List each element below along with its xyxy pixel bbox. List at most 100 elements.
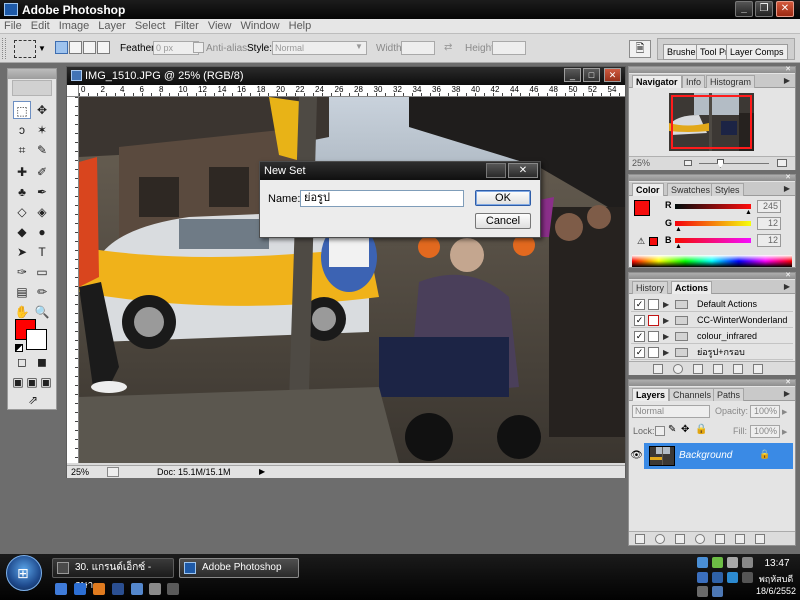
antialias-checkbox[interactable] xyxy=(193,42,204,53)
horizontal-ruler[interactable]: 0 2 4 6 8 10 12 14 16 18 20 22 24 26 28 30 32 34 36 38 40 42 4… xyxy=(79,85,625,97)
expand-triangle-icon[interactable]: ▶ xyxy=(663,330,669,344)
tab-layers[interactable]: Layers xyxy=(632,388,670,401)
navigator-palette-grip[interactable] xyxy=(629,67,795,73)
color-spectrum-bar[interactable] xyxy=(632,255,792,267)
b-slider-thumb[interactable]: ▲ xyxy=(675,243,682,250)
zoom-slider-track[interactable] xyxy=(699,163,769,164)
add-selection-icon[interactable] xyxy=(69,41,82,54)
intersect-selection-icon[interactable] xyxy=(97,41,110,54)
clock-day[interactable]: พฤหัสบดี xyxy=(752,572,800,586)
navigator-view-box[interactable] xyxy=(671,95,752,149)
layers-palette-close-icon[interactable]: ✕ xyxy=(783,379,793,387)
b-value-input[interactable]: 12 xyxy=(757,234,781,247)
gamut-color-swatch[interactable] xyxy=(649,237,658,246)
tray-security-icon[interactable] xyxy=(712,557,723,568)
tray-network-icon[interactable] xyxy=(697,557,708,568)
opacity-input[interactable]: 100% xyxy=(750,405,780,418)
new-group-icon[interactable] xyxy=(715,534,725,544)
width-input[interactable] xyxy=(401,41,435,55)
g-slider-thumb[interactable]: ▲ xyxy=(675,226,682,233)
history-brush-tool-icon[interactable]: ✒ xyxy=(33,183,51,201)
lock-position-icon[interactable]: ✥ xyxy=(681,424,689,435)
action-set-row[interactable]: ✓ ▶ CC-WinterWonderland xyxy=(631,313,793,328)
actions-palette-close-icon[interactable]: ✕ xyxy=(783,272,793,280)
quick-mask-mode-icon[interactable]: ◼ xyxy=(33,353,51,371)
ok-button[interactable]: OK xyxy=(475,190,531,206)
tab-styles[interactable]: Styles xyxy=(711,183,744,196)
move-tool-icon[interactable]: ✥ xyxy=(33,101,51,119)
toolbox-grip[interactable] xyxy=(8,69,56,79)
menu-file[interactable]: File xyxy=(0,19,27,32)
action-toggle-checkbox[interactable]: ✓ xyxy=(634,299,645,310)
vertical-ruler[interactable] xyxy=(67,97,79,463)
actions-palette-menu-icon[interactable]: ▶ xyxy=(782,282,792,291)
zoom-level-field[interactable]: 25% xyxy=(71,467,89,477)
new-action-icon[interactable] xyxy=(733,364,743,374)
clone-stamp-tool-icon[interactable]: ♣ xyxy=(13,183,31,201)
opacity-arrow-icon[interactable]: ▶ xyxy=(782,408,787,416)
type-tool-icon[interactable]: T xyxy=(33,243,51,261)
tab-swatches[interactable]: Swatches xyxy=(667,183,715,196)
r-slider-thumb[interactable]: ▲ xyxy=(745,209,752,216)
navigator-palette-close-icon[interactable]: ✕ xyxy=(783,66,793,74)
g-value-input[interactable]: 12 xyxy=(757,217,781,230)
zoom-out-icon[interactable] xyxy=(684,160,692,166)
crop-tool-icon[interactable]: ⌗ xyxy=(13,141,31,159)
taskbar-item-photoshop[interactable]: Adobe Photoshop xyxy=(179,558,299,578)
quicklaunch-desktop-icon[interactable] xyxy=(112,583,124,595)
lasso-tool-icon[interactable]: ↄ xyxy=(13,121,31,139)
eyedropper-tool-icon[interactable]: ✏ xyxy=(33,283,51,301)
dialog-help-button[interactable] xyxy=(486,163,506,178)
jump-to-imageready-icon[interactable]: ⇗ xyxy=(19,391,47,409)
expand-triangle-icon[interactable]: ▶ xyxy=(663,314,669,328)
actions-palette-grip[interactable] xyxy=(629,273,795,279)
close-button[interactable]: ✕ xyxy=(776,1,794,17)
tray-update-icon[interactable] xyxy=(712,572,723,583)
pen-tool-icon[interactable]: ✑ xyxy=(13,263,31,281)
paint-bucket-tool-icon[interactable]: ◈ xyxy=(33,203,51,221)
slice-tool-icon[interactable]: ✎ xyxy=(33,141,51,159)
dialog-close-button[interactable]: ✕ xyxy=(508,163,538,178)
options-bar-grip[interactable] xyxy=(2,38,6,59)
subtract-selection-icon[interactable] xyxy=(83,41,96,54)
tray-user-icon[interactable] xyxy=(742,557,753,568)
action-dialog-toggle[interactable] xyxy=(648,347,659,358)
tab-info[interactable]: Info xyxy=(682,75,706,88)
clock-time[interactable]: 13:47 xyxy=(757,558,797,569)
fill-input[interactable]: 100% xyxy=(750,425,780,438)
file-browser-icon[interactable]: 🗎 xyxy=(629,40,651,58)
layer-mask-icon[interactable] xyxy=(675,534,685,544)
expand-triangle-icon[interactable]: ▶ xyxy=(663,346,669,360)
path-selection-tool-icon[interactable]: ➤ xyxy=(13,243,31,261)
marquee-tool-icon[interactable]: ⬚ xyxy=(13,101,31,119)
tray-language-icon[interactable] xyxy=(697,572,708,583)
tab-color[interactable]: Color xyxy=(632,183,664,196)
layer-style-icon[interactable] xyxy=(655,534,665,544)
shape-tool-icon[interactable]: ▭ xyxy=(33,263,51,281)
eraser-tool-icon[interactable]: ◇ xyxy=(13,203,31,221)
tray-messenger-icon[interactable] xyxy=(727,572,738,583)
ruler-origin[interactable] xyxy=(67,85,79,97)
clock-date[interactable]: 18/6/2552 xyxy=(752,586,800,596)
r-slider-track[interactable] xyxy=(675,204,751,209)
tab-paths[interactable]: Paths xyxy=(713,388,745,401)
tray-speaker-icon[interactable] xyxy=(697,586,708,597)
navigator-thumbnail[interactable] xyxy=(669,93,754,151)
preset-dropdown-arrow-icon[interactable]: ▼ xyxy=(38,44,46,53)
background-color-swatch[interactable] xyxy=(26,329,47,350)
new-selection-icon[interactable] xyxy=(55,41,68,54)
navigator-zoom-value[interactable]: 25% xyxy=(632,158,650,168)
full-screen-mode-icon[interactable]: ▣ xyxy=(39,373,53,391)
tab-history[interactable]: History xyxy=(632,281,669,294)
menu-window[interactable]: Window xyxy=(237,19,285,32)
action-set-row[interactable]: ✓ ▶ colour_infrared xyxy=(631,329,793,344)
brush-tool-icon[interactable]: ✐ xyxy=(33,163,51,181)
quicklaunch-app-icon[interactable] xyxy=(149,583,161,595)
expand-triangle-icon[interactable]: ▶ xyxy=(663,298,669,312)
dialog-title-bar[interactable]: New Set ✕ xyxy=(260,162,540,180)
doc-minimize-button[interactable]: _ xyxy=(564,68,581,82)
document-title-bar[interactable]: IMG_1510.JPG @ 25% (RGB/8) _ □ ✕ xyxy=(67,67,625,85)
magic-wand-tool-icon[interactable]: ✶ xyxy=(33,121,51,139)
fill-arrow-icon[interactable]: ▶ xyxy=(782,428,787,436)
set-name-input[interactable]: ย่อรูป xyxy=(300,190,464,207)
